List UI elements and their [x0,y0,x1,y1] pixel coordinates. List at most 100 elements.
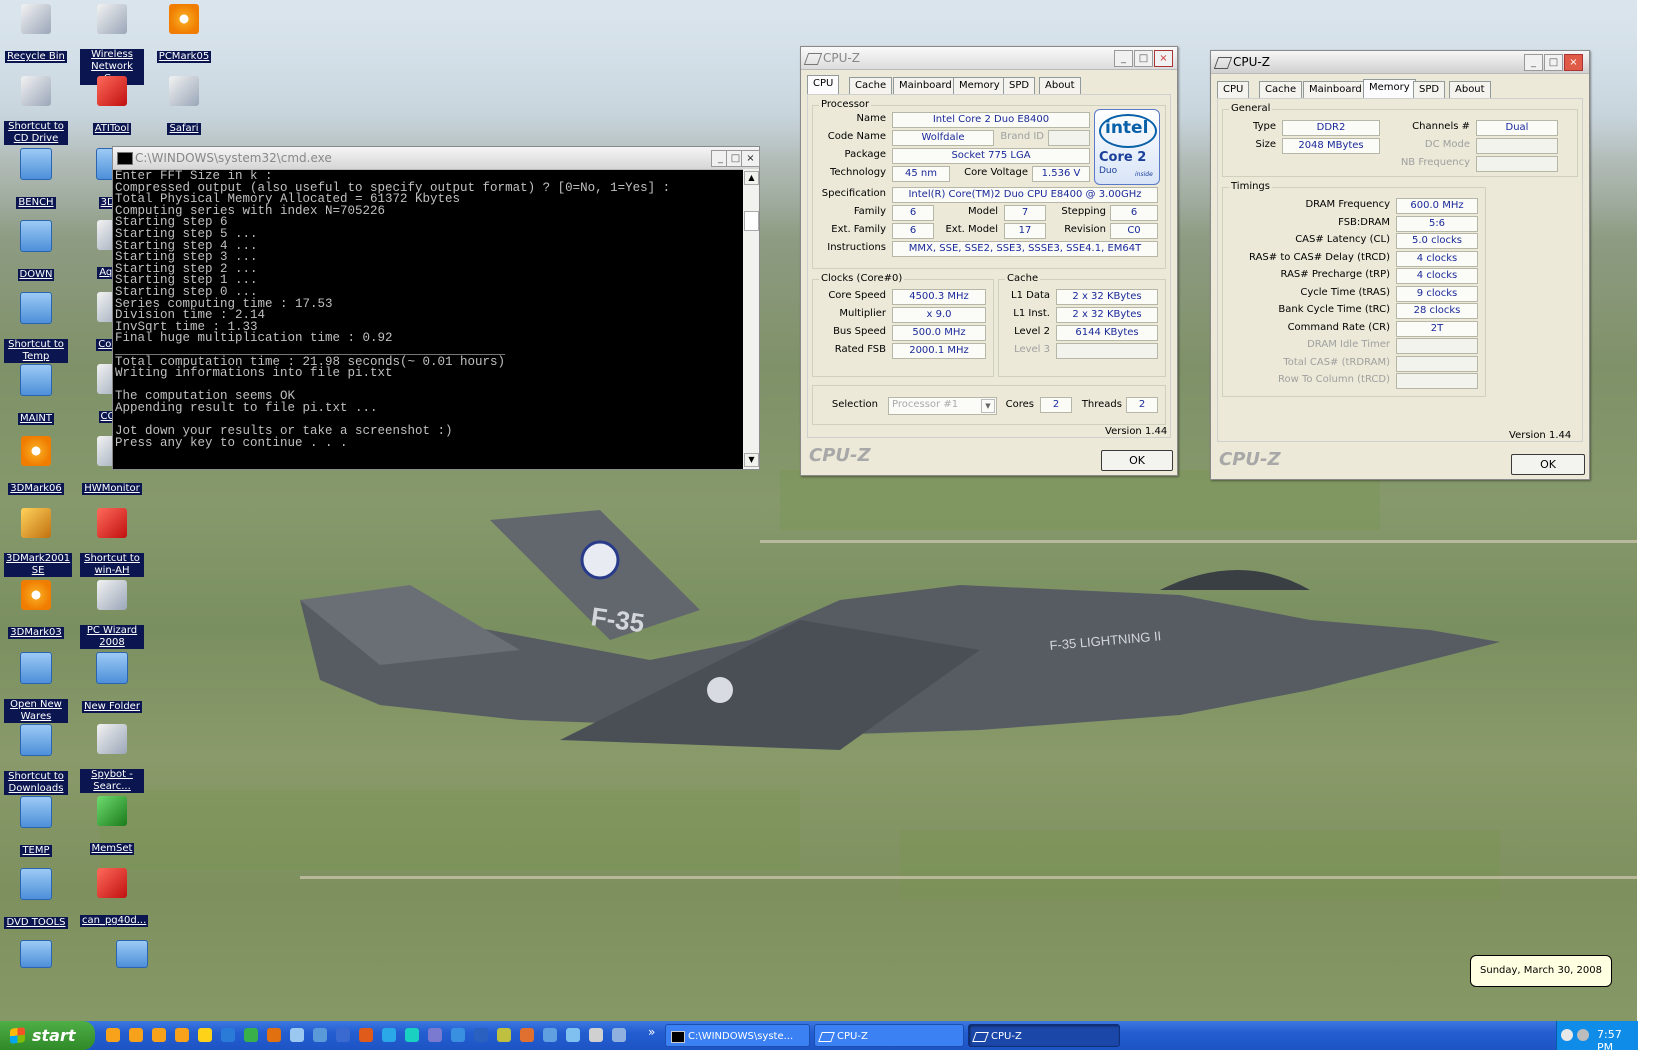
cpuz-titlebar[interactable]: CPU-Z _ □ × [1211,51,1589,74]
clock[interactable]: 7:57 PM [1597,1028,1638,1054]
tab-about[interactable]: About [1449,81,1491,99]
cpuz-memory-window[interactable]: CPU-Z _ □ × CPU Cache Mainboard Memory SPD Ab… [1210,50,1590,480]
quicklaunch-app-icon[interactable] [359,1028,373,1042]
scroll-thumb[interactable] [744,211,759,231]
tray-volume-icon[interactable] [1577,1029,1589,1041]
timing-label: RAS# Precharge (tRP) [1280,269,1390,280]
desktop-icon[interactable]: PCMark05 [152,4,216,63]
quicklaunch-app-icon[interactable] [589,1028,603,1042]
quicklaunch-app-icon[interactable] [313,1028,327,1042]
quicklaunch-app-icon[interactable] [198,1028,212,1042]
desktop-icon[interactable]: PC Wizard 2008 [80,580,144,649]
cpuz-titlebar[interactable]: CPU-Z _ □ × [801,47,1177,70]
close-button[interactable]: × [741,150,760,167]
quicklaunch-app-icon[interactable] [244,1028,258,1042]
tab-cpu[interactable]: CPU [807,75,840,95]
tab-memory[interactable]: Memory [953,77,1006,95]
minimize-button[interactable]: _ [1114,50,1133,67]
quicklaunch-app-icon[interactable] [428,1028,442,1042]
stepping-value: 6 [1110,205,1158,221]
desktop-icon[interactable]: Shortcut to Temp [4,292,68,363]
quicklaunch-app-icon[interactable] [267,1028,281,1042]
quicklaunch-app-icon[interactable] [152,1028,166,1042]
cmd-scrollbar[interactable]: ▲ ▼ [743,169,759,469]
task-cpuz-1[interactable]: CPU-Z [814,1024,964,1047]
duo-logo-text: Duo [1099,166,1118,176]
desktop-icon[interactable]: BENCH [4,148,68,209]
quicklaunch-app-icon[interactable] [612,1028,626,1042]
cpuz-cpu-window[interactable]: CPU-Z _ □ × CPU Cache Mainboard Memory SPD Ab… [800,46,1178,476]
quicklaunch-overflow-icon[interactable]: » [648,1025,655,1039]
folder-icon[interactable] [116,940,148,968]
folder-icon [20,220,52,252]
task-cpuz-2[interactable]: CPU-Z [968,1024,1120,1047]
desktop-icon[interactable]: MemSet [80,796,144,855]
quicklaunch-app-icon[interactable] [221,1028,235,1042]
quicklaunch-app-icon[interactable] [405,1028,419,1042]
quicklaunch-app-icon[interactable] [451,1028,465,1042]
folder-icon[interactable] [20,940,52,968]
cmd-titlebar[interactable]: C:\WINDOWS\system32\cmd.exe _ □ × [113,147,760,170]
memory-icon [97,796,127,826]
ok-button[interactable]: OK [1511,454,1585,475]
desktop-icon[interactable]: DVD TOOLS [4,868,68,929]
scroll-down-icon[interactable]: ▼ [744,453,759,467]
quicklaunch-app-icon[interactable] [106,1028,120,1042]
close-button[interactable]: × [1564,54,1583,71]
scroll-up-icon[interactable]: ▲ [744,171,759,185]
tab-spd[interactable]: SPD [1003,77,1036,95]
chevron-down-icon[interactable]: ▼ [981,399,995,413]
quicklaunch-app-icon[interactable] [129,1028,143,1042]
desktop-icon[interactable]: Shortcut to Downloads [4,724,68,795]
tab-mainboard[interactable]: Mainboard [1303,81,1368,99]
desktop-icon[interactable]: New Folder [80,652,144,713]
desktop-icon[interactable]: 3DMark03 [4,580,68,639]
quicklaunch-app-icon[interactable] [566,1028,580,1042]
tab-mainboard[interactable]: Mainboard [893,77,958,95]
desktop-icon[interactable]: Shortcut to CD Drive [4,76,68,145]
start-button[interactable]: start [0,1021,95,1050]
desktop-icon[interactable]: Spybot - Searc... [80,724,144,793]
atitool-icon [97,76,127,106]
multiplier-value: x 9.0 [892,307,986,323]
quicklaunch-app-icon[interactable] [474,1028,488,1042]
group-title: Clocks (Core#0) [819,273,905,284]
desktop-icon[interactable]: Shortcut to win-AH [80,508,144,577]
task-cmd[interactable]: C:\WINDOWS\syste... [665,1024,810,1047]
quicklaunch-app-icon[interactable] [543,1028,557,1042]
tab-cache[interactable]: Cache [849,77,893,95]
desktop-icon[interactable]: Recycle Bin [4,4,68,63]
desktop-icon[interactable]: DOWN [4,220,68,281]
tab-spd[interactable]: SPD [1413,81,1446,99]
quicklaunch-app-icon[interactable] [497,1028,511,1042]
quicklaunch-app-icon[interactable] [382,1028,396,1042]
tray-help-icon[interactable] [1561,1029,1573,1041]
maximize-button[interactable]: □ [1544,54,1563,71]
desktop-icon[interactable]: 3DMark2001 SE [4,508,73,577]
desktop-icon[interactable]: Safari [152,76,216,135]
desktop-icon[interactable]: TEMP [4,796,68,857]
desktop-icon[interactable]: Open New Wares [4,652,68,723]
level3-value [1056,343,1158,359]
desktop-icon[interactable]: MAINT [4,364,68,425]
level2-value: 6144 KBytes [1056,325,1158,341]
timing-value [1396,338,1478,354]
tab-about[interactable]: About [1039,77,1081,95]
desktop-icon[interactable]: Wireless Network C... [80,4,144,85]
tab-cpu[interactable]: CPU [1217,81,1250,99]
desktop-icon[interactable]: ATITool [80,76,144,135]
close-button[interactable]: × [1154,50,1173,67]
quicklaunch-app-icon[interactable] [336,1028,350,1042]
tab-cache[interactable]: Cache [1259,81,1303,99]
minimize-button[interactable]: _ [1524,54,1543,71]
tab-memory[interactable]: Memory [1363,79,1416,99]
processor-select[interactable]: Processor #1 ▼ [888,397,997,415]
quicklaunch-app-icon[interactable] [175,1028,189,1042]
cmd-window[interactable]: C:\WINDOWS\system32\cmd.exe _ □ × Enter … [112,146,760,470]
quicklaunch-app-icon[interactable] [290,1028,304,1042]
desktop-icon[interactable]: can_pg40d... [80,868,149,927]
maximize-button[interactable]: □ [1134,50,1153,67]
quicklaunch-app-icon[interactable] [520,1028,534,1042]
desktop-icon[interactable]: 3DMark06 [4,436,68,495]
ok-button[interactable]: OK [1101,450,1173,471]
